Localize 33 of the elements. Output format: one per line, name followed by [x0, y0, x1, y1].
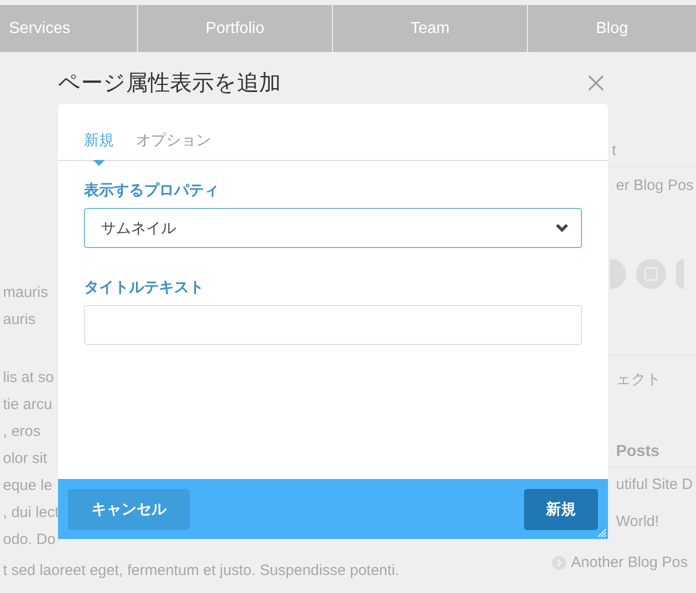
chevron-down-icon: [555, 223, 569, 233]
close-icon[interactable]: [588, 75, 604, 91]
body-text: odo. Do: [2, 530, 57, 550]
tab[interactable]: オプション: [136, 128, 211, 167]
sidebar-text: er Blog Pos: [610, 166, 696, 237]
body-text: t sed laoreet eget, fermentum et justo. Suspendisse potenti.: [3, 562, 400, 579]
body-text: , dui lect: [2, 503, 58, 523]
create-button[interactable]: 新規: [524, 488, 598, 530]
nav-link[interactable]: Blog: [528, 5, 696, 52]
resize-grip-icon[interactable]: [598, 529, 606, 537]
body-text: tie arcu: [2, 395, 54, 415]
sidebar-text: utiful Site D: [615, 476, 694, 495]
nav-link[interactable]: Team: [333, 5, 527, 52]
property-dropdown[interactable]: サムネイル: [84, 208, 582, 248]
body-text: , eros: [2, 422, 42, 442]
field-label: 表示するプロパティ: [84, 181, 220, 200]
cancel-button[interactable]: キャンセル: [68, 488, 190, 530]
sidebar-text: t: [611, 142, 618, 161]
text-input[interactable]: [84, 305, 582, 345]
sidebar-text: World!: [615, 513, 660, 532]
field-label: タイトルテキスト: [84, 278, 205, 297]
body-text: olor sit: [2, 449, 48, 469]
body-text: eque le: [2, 476, 54, 496]
body-text: auris: [2, 310, 37, 330]
body-text: lis at so: [2, 368, 55, 388]
tab[interactable]: 新規: [84, 128, 114, 167]
sidebar-text: ェクト: [610, 355, 696, 426]
sidebar-link[interactable]: Another Blog Pos: [571, 554, 688, 571]
sidebar-heading: Posts: [610, 443, 696, 468]
body-text: mauris: [2, 283, 50, 303]
dialog-title: ページ属性表示を追加: [58, 69, 281, 97]
nav-link[interactable]: Services: [0, 5, 137, 52]
nav-link[interactable]: Portfolio: [138, 5, 332, 52]
